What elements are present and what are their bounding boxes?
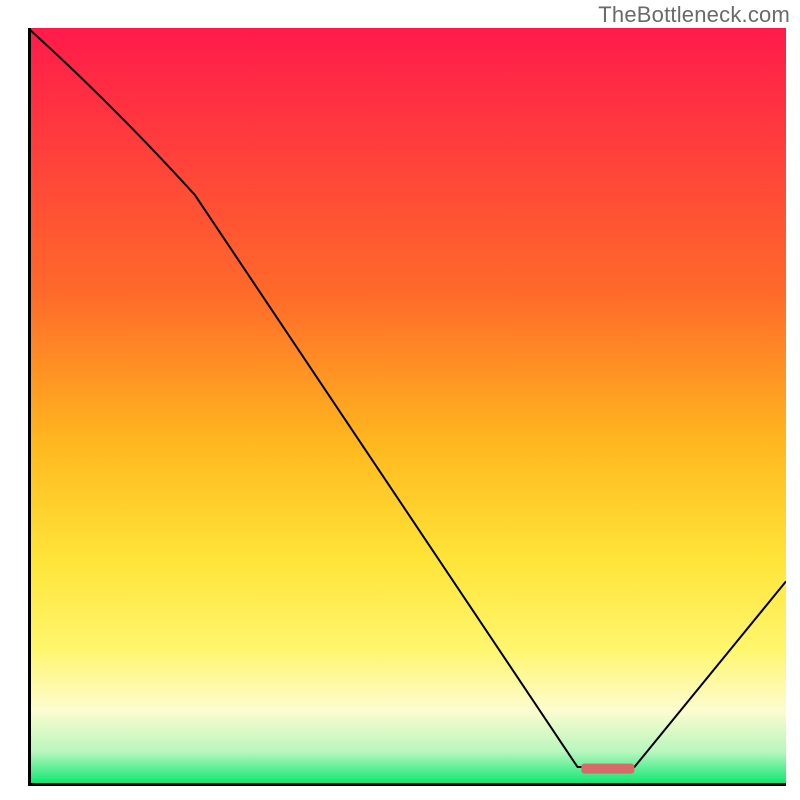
- sweet-spot-marker: [581, 764, 634, 774]
- chart-background-gradient: [28, 28, 786, 786]
- watermark-label: TheBottleneck.com: [598, 2, 790, 28]
- bottleneck-chart: [28, 28, 786, 786]
